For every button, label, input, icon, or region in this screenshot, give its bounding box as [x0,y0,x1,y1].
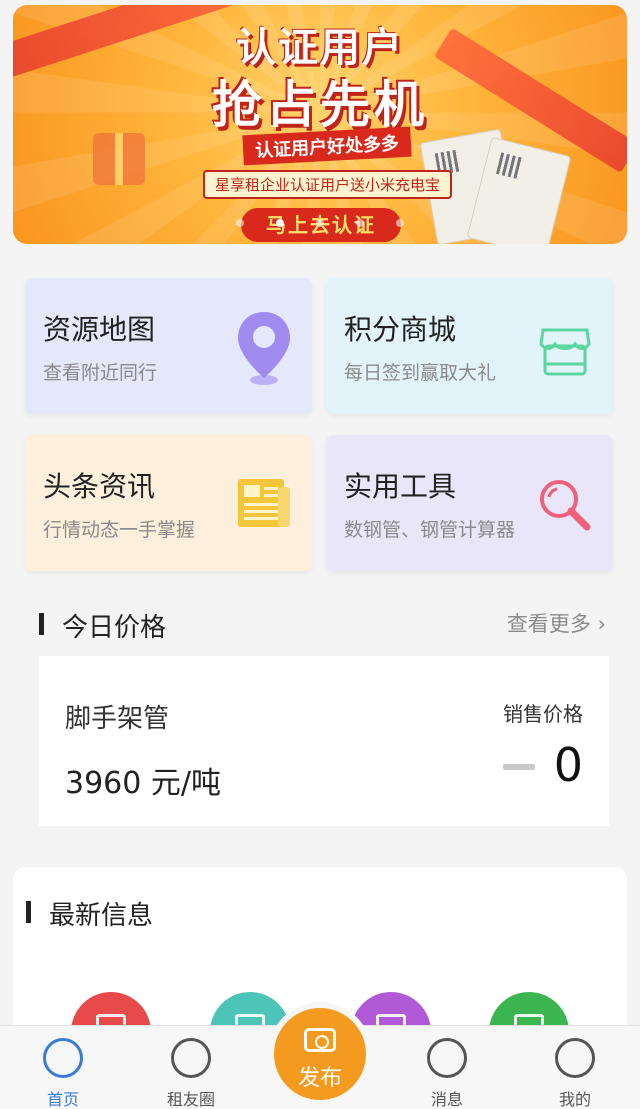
banner-title-line2: 抢占先机 [212,76,428,134]
tile-points-mall[interactable]: 积分商城 每日签到赢取大礼 [326,278,613,414]
publish-label: 发布 [297,1066,342,1091]
banner-description: 星享租企业认证用户送小米充电宝 [203,170,453,199]
store-icon [539,328,591,376]
map-pin-icon [238,312,290,385]
tab-messages-label: 消息 [430,1090,463,1109]
promo-banner[interactable]: 认证用户 抢占先机 认证用户好处多多 星享租企业认证用户送小米充电宝 马上去认证 [13,5,627,244]
carousel-dot[interactable] [316,219,324,227]
today-price-title: 今日价格 [62,613,167,643]
product-price: 3960 元/吨 [65,766,221,801]
tab-messages[interactable]: 消息 [402,1026,492,1109]
sales-price-value: 0 [553,738,583,792]
view-more-link[interactable]: 查看更多 › [507,608,606,638]
home-icon [43,1038,83,1078]
tab-home-label: 首页 [46,1090,79,1109]
tile-headlines[interactable]: 头条资讯 行情动态一手掌握 [25,435,312,571]
publish-button[interactable]: 发布 [274,1008,366,1100]
carousel-dot[interactable] [356,219,364,227]
carousel-dots [13,219,627,227]
tile-subtitle: 行情动态一手掌握 [43,519,196,541]
newspaper-icon [238,479,290,527]
tab-mine-label: 我的 [558,1090,591,1109]
gift-icon [93,133,145,185]
tile-subtitle: 每日签到赢取大礼 [344,362,497,384]
tab-circle-label: 租友圈 [166,1090,215,1109]
chat-bubble-icon [427,1038,467,1078]
tile-subtitle: 查看附近同行 [43,362,158,384]
tile-tools[interactable]: 实用工具 数钢管、钢管计算器 [326,435,613,571]
tile-title: 实用工具 [344,470,457,503]
tile-title: 资源地图 [43,313,156,346]
tab-home[interactable]: 首页 [18,1026,108,1109]
qr-code-icon [495,152,523,180]
camera-shutter-icon [171,1038,211,1078]
product-name: 脚手架管 [65,704,170,734]
change-dash-icon [503,764,535,770]
tile-title: 积分商城 [344,313,457,346]
camera-icon [304,1028,336,1052]
sales-price-label: 销售价格 [503,702,583,726]
tile-title: 头条资讯 [43,470,156,503]
carousel-dot[interactable] [236,219,244,227]
section-marker [26,901,31,923]
tab-circle[interactable]: 租友圈 [146,1026,236,1109]
magnifier-icon [540,480,591,531]
carousel-dot[interactable] [396,219,404,227]
user-icon [555,1038,595,1078]
latest-info-title: 最新信息 [49,901,154,931]
tile-subtitle: 数钢管、钢管计算器 [344,519,516,541]
tile-resource-map[interactable]: 资源地图 查看附近同行 [25,278,312,414]
section-marker [39,613,44,635]
tab-mine[interactable]: 我的 [530,1026,620,1109]
carousel-dot[interactable] [276,219,284,227]
price-card[interactable]: 脚手架管 3960 元/吨 销售价格 0 [39,656,609,826]
